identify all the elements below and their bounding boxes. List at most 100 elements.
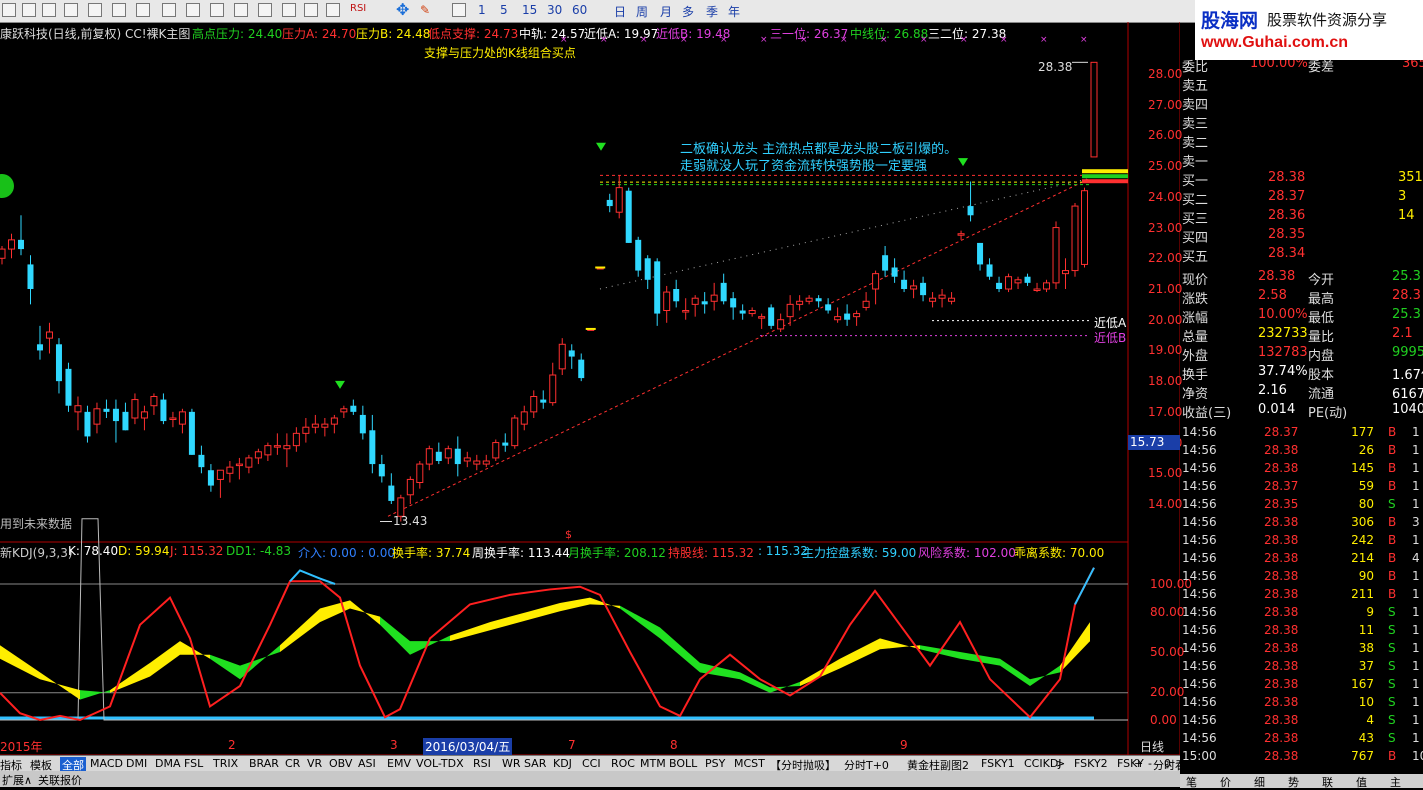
candle-body — [1024, 276, 1031, 283]
candle-body — [226, 466, 234, 474]
move-icon[interactable]: ✥ — [396, 0, 409, 19]
quote-tab[interactable]: 主 — [1390, 774, 1401, 790]
tool-icon[interactable] — [136, 3, 150, 17]
tool-icon[interactable] — [22, 3, 36, 17]
quote-tab[interactable]: 值 — [1356, 774, 1367, 790]
indicator-tab[interactable]: ASI — [358, 757, 376, 770]
tick-count: 1 — [1412, 569, 1420, 583]
tick-direction: S — [1388, 605, 1396, 619]
tool-icon[interactable] — [2, 3, 16, 17]
quote-tab[interactable]: 势 — [1288, 774, 1299, 790]
value: 37.74% — [1258, 364, 1308, 379]
rsi-icon[interactable]: RSI — [350, 3, 366, 14]
remove-icon[interactable]: - — [1148, 757, 1152, 770]
label: 买三 — [1182, 212, 1209, 227]
candle-body — [454, 448, 461, 465]
quote-tab[interactable]: 细 — [1254, 774, 1265, 790]
quote-tab[interactable]: 价 — [1220, 774, 1231, 790]
indicator-tab[interactable]: PSY — [705, 757, 725, 770]
period-quarter[interactable]: 年 — [728, 3, 740, 20]
candle-body — [710, 294, 718, 302]
candle-body — [321, 423, 329, 428]
period-30[interactable]: 30 — [547, 3, 562, 17]
indicator-tab[interactable]: ROC — [611, 757, 635, 770]
tab-next-icon[interactable]: > — [1056, 757, 1065, 770]
indicator-tab[interactable]: DMA — [155, 757, 181, 770]
price-tick: 17.00 — [1148, 404, 1183, 419]
quote-tab[interactable]: 笔 — [1186, 774, 1197, 790]
quote-tab[interactable]: 联 — [1322, 774, 1333, 790]
tool-icon[interactable] — [186, 3, 200, 17]
indicator-tab[interactable]: BRAR — [249, 757, 279, 770]
indicator-tab[interactable]: WR — [502, 757, 521, 770]
indicator-tab[interactable]: FSKY2 — [1074, 757, 1108, 770]
indicator-tab[interactable]: OBV — [329, 757, 352, 770]
zero-icon[interactable]: 0 — [1164, 757, 1171, 770]
period-60[interactable]: 60 — [572, 3, 587, 17]
candle-body — [1043, 282, 1051, 290]
tool-icon[interactable] — [64, 3, 78, 17]
period-multi[interactable]: 多 — [682, 3, 694, 20]
tick-row: 14:56 28.38 11 S 1 — [1180, 623, 1423, 642]
tool-icon[interactable] — [258, 3, 272, 17]
indicator-tab[interactable]: VOL-TDX — [416, 757, 464, 770]
period-month[interactable]: 月 — [660, 3, 672, 20]
indicator-tab[interactable]: RSI — [473, 757, 491, 770]
period-1[interactable]: 1 — [478, 3, 486, 17]
indicator-tab[interactable]: EMV — [387, 757, 411, 770]
price-marker: 15.73 — [1128, 435, 1180, 450]
period-week[interactable]: 周 — [636, 3, 648, 20]
indicator-tab[interactable]: MACD — [90, 757, 123, 770]
status-bar: 扩展∧ 关联报价 — [0, 771, 1180, 787]
tool-icon[interactable] — [210, 3, 224, 17]
candle-body — [615, 187, 623, 213]
indicator-tab[interactable]: DMI — [126, 757, 147, 770]
period-5[interactable]: 5 — [500, 3, 508, 17]
tick-count: 1 — [1412, 425, 1420, 439]
tool-icon[interactable] — [304, 3, 318, 17]
label: 现价 — [1182, 273, 1209, 288]
label: 涨幅 — [1182, 311, 1209, 326]
quote-row-buy: 买四 28.35 — [1180, 227, 1423, 246]
tick-row: 14:56 28.38 10 S 1 — [1180, 695, 1423, 714]
tick-count: 1 — [1412, 695, 1420, 709]
tool-icon[interactable] — [162, 3, 176, 17]
indicator-tab[interactable]: BOLL — [669, 757, 697, 770]
formula-icon[interactable] — [452, 3, 466, 17]
quote-row-stat: 外盘 132783 内盘 9995 — [1180, 345, 1423, 364]
indicator-tab[interactable]: FSKY1 — [981, 757, 1015, 770]
indicator-tab[interactable]: MCST — [734, 757, 765, 770]
quote-row-buy: 买二 28.37 3 — [1180, 189, 1423, 208]
tool-icon[interactable] — [282, 3, 296, 17]
indicator-value: 周换手率: 113.44 — [472, 546, 570, 560]
period-15[interactable]: 15 — [522, 3, 537, 17]
indicator-tab[interactable]: FSL — [184, 757, 203, 770]
indicator-tab[interactable]: CR — [285, 757, 300, 770]
indicator-tab[interactable]: CCI — [582, 757, 601, 770]
linked-quote-button[interactable]: 关联报价 — [38, 772, 82, 788]
chart-canvas[interactable]: × × × × × × × × × × × × × × — [0, 22, 1180, 787]
indicator-tab[interactable]: SAR — [524, 757, 546, 770]
signal-mark: × — [640, 35, 648, 45]
chart-type-icon[interactable] — [112, 3, 126, 17]
tool-icon[interactable] — [234, 3, 248, 17]
tool-icon[interactable] — [326, 3, 340, 17]
tool-icon[interactable] — [88, 3, 102, 17]
period-day[interactable]: 日 — [614, 3, 626, 20]
indicator-tab[interactable]: KDJ — [553, 757, 572, 770]
tick-count: 1 — [1412, 497, 1420, 511]
period-multi2[interactable]: 季 — [706, 3, 718, 20]
tool-icon[interactable] — [42, 3, 56, 17]
indicator-tabs: 指标 模板 全部 MACD DMI DMA FSL TRIX BRAR CR VR OBV ASI EMV… — [0, 755, 1204, 773]
expand-button[interactable]: 扩展∧ — [2, 772, 32, 788]
indicator-tab[interactable]: VR — [307, 757, 322, 770]
level-tag — [1082, 179, 1128, 184]
add-icon[interactable]: + — [1134, 757, 1143, 770]
pen-icon[interactable]: ✎ — [420, 3, 430, 17]
candle-body — [568, 350, 575, 357]
indicator-tab[interactable]: TRIX — [213, 757, 238, 770]
candle-body — [36, 344, 43, 351]
candle-body — [7, 239, 15, 250]
indicator-tab[interactable]: MTM — [640, 757, 666, 770]
value: 9995 — [1392, 345, 1423, 360]
